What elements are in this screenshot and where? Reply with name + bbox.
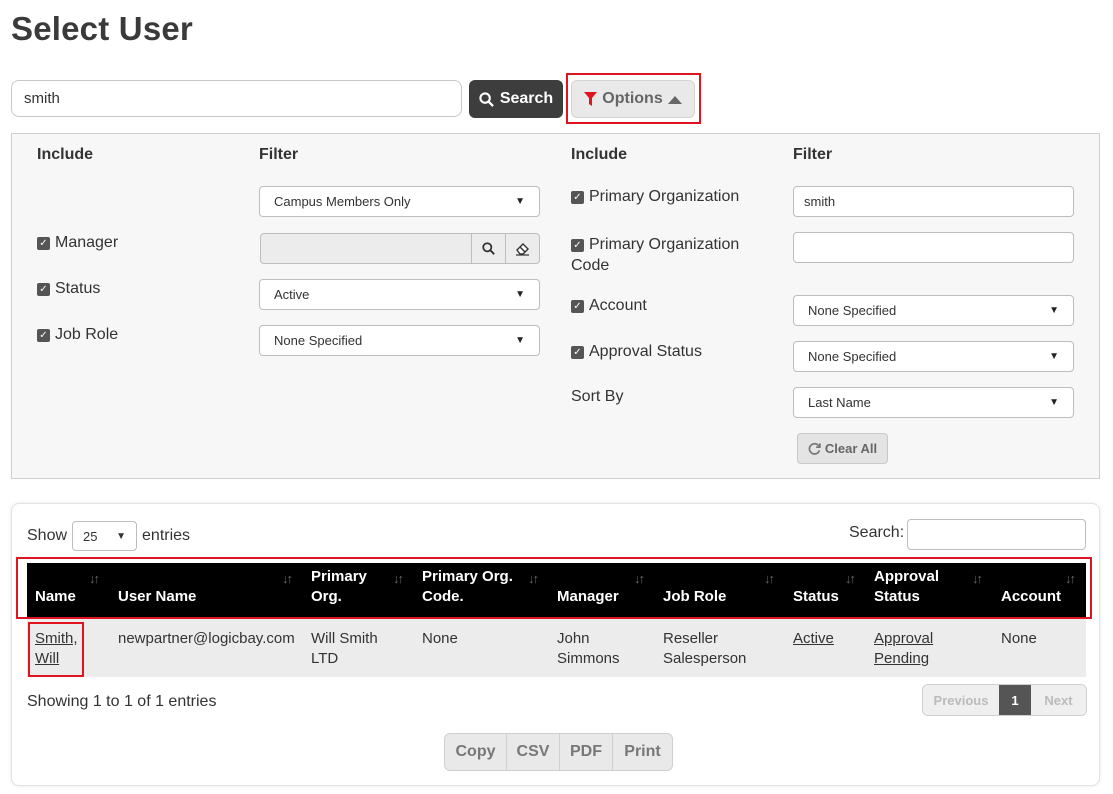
job-role-label: Job Role	[55, 326, 119, 343]
search-button-label: Search	[499, 90, 554, 107]
cell-primary-org-code: None	[422, 630, 458, 647]
primary-org-input[interactable]: smith	[793, 186, 1074, 217]
checkbox-checked-icon[interactable]: ✓	[37, 237, 50, 250]
account-select-value: None Specified	[808, 303, 897, 318]
table-info: Showing 1 to 1 of 1 entries	[27, 693, 217, 710]
left-filter-header: Filter	[259, 146, 299, 163]
chevron-down-icon: ▼	[515, 196, 525, 207]
status-select-value: Active	[274, 287, 310, 302]
print-button[interactable]: Print	[613, 734, 672, 770]
chevron-down-icon: ▼	[515, 289, 525, 300]
search-input[interactable]	[11, 80, 462, 117]
table-row: Smith, Will newpartner@logicbay.com Will…	[27, 619, 1086, 677]
page-length-control: Show 25 ▼ entries	[27, 521, 190, 551]
table-search-input[interactable]	[907, 519, 1086, 550]
scope-select-value: Campus Members Only	[274, 194, 411, 209]
options-button-label: Options	[602, 90, 663, 107]
pdf-button[interactable]: PDF	[560, 734, 613, 770]
cell-account: None	[1001, 630, 1037, 647]
sort-by-select[interactable]: Last Name ▼	[793, 387, 1074, 418]
page-title: Select User	[11, 10, 193, 47]
checkbox-checked-icon[interactable]: ✓	[37, 329, 50, 342]
primary-org-code-label: Primary Organization Code	[571, 236, 740, 274]
job-role-include[interactable]: ✓ Job Role	[37, 326, 118, 344]
checkbox-checked-icon[interactable]: ✓	[571, 300, 584, 313]
account-include[interactable]: ✓ Account	[571, 297, 647, 315]
primary-org-code-include[interactable]: ✓ Primary Organization Code	[571, 234, 751, 276]
manager-label: Manager	[55, 234, 119, 251]
left-include-header: Include	[37, 146, 94, 163]
cell-approval-status[interactable]: Approval Pending	[874, 629, 949, 669]
clear-all-button[interactable]: Clear All	[797, 433, 888, 464]
chevron-down-icon: ▼	[1049, 397, 1059, 408]
account-select[interactable]: None Specified ▼	[793, 295, 1074, 326]
checkbox-checked-icon[interactable]: ✓	[37, 283, 50, 296]
page-1-button[interactable]: 1	[999, 685, 1031, 715]
entries-label: entries	[142, 527, 191, 544]
cell-manager: John Simmons	[557, 630, 620, 667]
clear-all-label: Clear All	[824, 441, 878, 456]
pagination: Previous 1 Next	[922, 684, 1087, 716]
job-role-select-value: None Specified	[274, 333, 363, 348]
options-button[interactable]: Options	[571, 80, 695, 118]
primary-org-include[interactable]: ✓ Primary Organization	[571, 188, 739, 206]
table-search-label: Search:	[849, 524, 905, 541]
page-length-value: 25	[83, 528, 98, 544]
primary-org-value: smith	[804, 194, 836, 209]
sort-by-select-value: Last Name	[808, 395, 871, 410]
sort-by-label: Sort By	[571, 388, 624, 405]
approval-status-include[interactable]: ✓ Approval Status	[571, 343, 702, 361]
eraser-icon	[516, 242, 529, 256]
export-buttons: Copy CSV PDF Print	[444, 733, 673, 771]
show-label: Show	[27, 527, 68, 544]
cell-primary-org: Will Smith LTD	[311, 630, 378, 667]
right-include-header: Include	[571, 146, 628, 163]
status-label: Status	[55, 280, 101, 297]
status-link[interactable]: Active	[793, 630, 834, 647]
status-select[interactable]: Active ▼	[259, 279, 540, 310]
checkbox-checked-icon[interactable]: ✓	[571, 191, 584, 204]
csv-button[interactable]: CSV	[507, 734, 560, 770]
copy-button[interactable]: Copy	[445, 734, 507, 770]
scope-select[interactable]: Campus Members Only ▼	[259, 186, 540, 217]
manager-field[interactable]	[260, 233, 472, 264]
filter-icon	[584, 91, 598, 106]
approval-status-label: Approval Status	[589, 343, 702, 360]
search-icon	[482, 242, 495, 255]
manager-search-button[interactable]	[471, 233, 506, 264]
search-icon	[479, 91, 494, 107]
job-role-select[interactable]: None Specified ▼	[259, 325, 540, 356]
checkbox-checked-icon[interactable]: ✓	[571, 239, 584, 252]
chevron-down-icon: ▼	[1049, 305, 1059, 316]
name-cell-highlight	[28, 622, 84, 677]
cell-user-name: newpartner@logicbay.com	[118, 630, 295, 647]
primary-org-code-input[interactable]	[793, 232, 1074, 263]
chevron-down-icon: ▼	[116, 530, 127, 542]
manager-clear-button[interactable]	[505, 233, 540, 264]
results-panel: Show 25 ▼ entries Search: Name ↓↑ User Na…	[11, 503, 1100, 786]
cell-status[interactable]: Active	[793, 629, 834, 649]
chevron-down-icon: ▼	[1049, 351, 1059, 362]
checkbox-checked-icon[interactable]: ✓	[571, 346, 584, 359]
account-label: Account	[589, 297, 647, 314]
approval-status-select-value: None Specified	[808, 349, 897, 364]
primary-org-label: Primary Organization	[589, 188, 740, 205]
filter-panel: Include Filter Include Filter Campus Mem…	[11, 133, 1100, 479]
page-length-select[interactable]: 25 ▼	[72, 521, 138, 551]
table-header-highlight	[16, 557, 1092, 619]
status-include[interactable]: ✓ Status	[37, 280, 100, 298]
chevron-down-icon: ▼	[515, 335, 525, 346]
manager-include[interactable]: ✓ Manager	[37, 234, 118, 252]
cell-job-role: Reseller Salesperson	[663, 630, 747, 667]
next-page-button[interactable]: Next	[1031, 685, 1086, 715]
caret-up-icon	[667, 95, 682, 104]
approval-status-link[interactable]: Approval Pending	[874, 630, 933, 667]
right-filter-header: Filter	[793, 146, 833, 163]
approval-status-select[interactable]: None Specified ▼	[793, 341, 1074, 372]
search-button[interactable]: Search	[469, 80, 563, 118]
previous-page-button[interactable]: Previous	[923, 685, 999, 715]
refresh-icon	[808, 442, 821, 455]
